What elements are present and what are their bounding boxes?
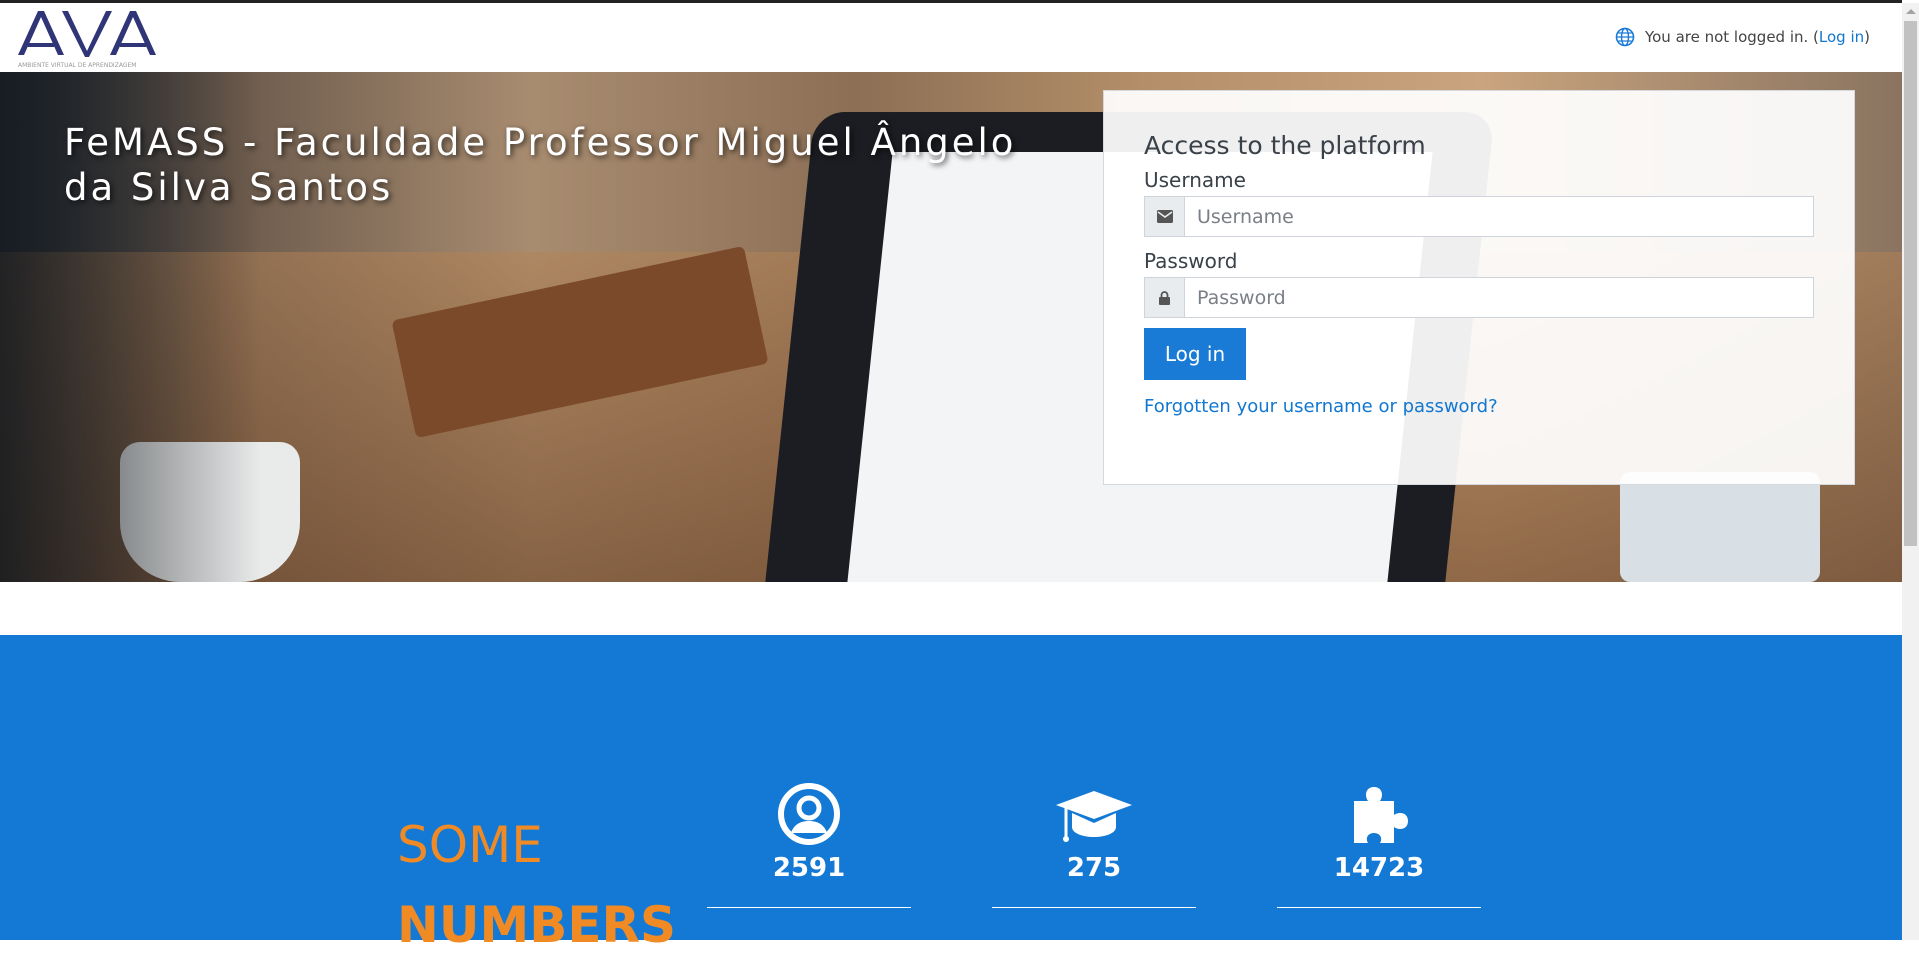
username-field: [1144, 196, 1814, 237]
divider: [707, 907, 911, 908]
password-input[interactable]: [1185, 278, 1813, 317]
stat-value: 14723: [1333, 853, 1425, 883]
stat-value: 275: [1066, 853, 1122, 883]
stats-title-line2: NUMBERS: [397, 896, 676, 954]
stat-activities: 14723: [1277, 783, 1481, 908]
scrollbar-thumb[interactable]: [1904, 21, 1917, 546]
stats-title: SOME NUMBERS: [397, 805, 676, 965]
login-panel: Access to the platform Username Password…: [1103, 90, 1855, 485]
stat-courses: 275: [992, 783, 1196, 908]
user-circle-icon: [778, 783, 840, 845]
stat-value: 2591: [772, 853, 846, 883]
username-input[interactable]: [1185, 197, 1813, 236]
svg-text:AMBIENTE VIRTUAL DE APRENDIZAG: AMBIENTE VIRTUAL DE APRENDIZAGEM: [18, 62, 136, 69]
stat-users: 2591: [707, 783, 911, 908]
stats-title-line1: SOME: [397, 816, 543, 874]
hero-plant: [1620, 472, 1820, 582]
header-login-link[interactable]: Log in: [1819, 28, 1864, 46]
scrollbar[interactable]: [1902, 3, 1919, 940]
login-button[interactable]: Log in: [1144, 328, 1246, 380]
login-status: You are not logged in. (Log in): [1644, 28, 1870, 46]
password-label: Password: [1144, 249, 1238, 273]
login-heading: Access to the platform: [1144, 131, 1426, 160]
login-info: You are not logged in. (Log in): [1615, 27, 1870, 47]
ava-logo[interactable]: AMBIENTE VIRTUAL DE APRENDIZAGEM: [16, 7, 158, 71]
site-title: FeMASS - Faculdade Professor Miguel Ânge…: [64, 121, 1017, 209]
scroll-up-arrow-icon[interactable]: [1906, 9, 1916, 14]
username-label: Username: [1144, 168, 1246, 192]
globe-icon: [1615, 27, 1635, 47]
divider: [992, 907, 1196, 908]
forgot-password-link[interactable]: Forgotten your username or password?: [1144, 396, 1814, 417]
stats-section: SOME NUMBERS 2591 275 14723: [0, 635, 1902, 954]
hero-banner: FeMASS - Faculdade Professor Miguel Ânge…: [0, 72, 1902, 582]
graduation-cap-icon: [1056, 791, 1132, 842]
divider: [1277, 907, 1481, 908]
envelope-icon: [1145, 197, 1185, 236]
puzzle-piece-icon: [1354, 787, 1408, 843]
lock-icon: [1145, 278, 1185, 317]
header: AMBIENTE VIRTUAL DE APRENDIZAGEM You are…: [0, 3, 1902, 72]
password-field: [1144, 277, 1814, 318]
